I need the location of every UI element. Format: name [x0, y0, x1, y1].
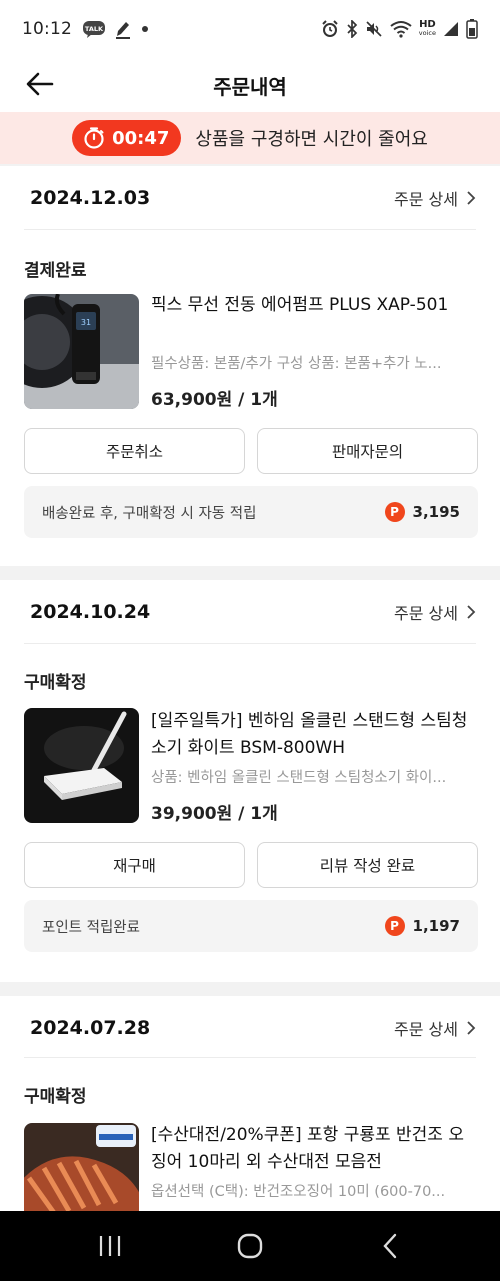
point-info: 포인트 적립완료 P 1,197	[24, 900, 478, 952]
chevron-right-icon	[467, 191, 476, 205]
chevron-right-icon	[467, 1021, 476, 1035]
order-card: 2024.12.03 주문 상세 결제완료 31 픽스 무선 전동 에어펌프 P…	[0, 166, 500, 566]
alarm-icon	[321, 20, 339, 38]
recent-apps-button[interactable]	[80, 1221, 140, 1271]
bluetooth-icon	[346, 20, 358, 38]
order-detail-link[interactable]: 주문 상세	[394, 600, 476, 624]
chevron-right-icon	[467, 605, 476, 619]
product-option: 필수상품: 본품/추가 구성 상품: 본품+추가 노...	[151, 356, 442, 372]
order-status: 결제완료	[24, 261, 87, 281]
point-icon: P	[384, 916, 405, 936]
home-button[interactable]	[220, 1221, 280, 1271]
order-detail-link[interactable]: 주문 상세	[394, 1016, 476, 1040]
point-description: 포인트 적립완료	[42, 919, 140, 936]
page-title: 주문내역	[213, 74, 287, 99]
timer-banner[interactable]: 00:47 상품을 구경하면 시간이 줄어요	[0, 112, 500, 164]
point-amount: 1,197	[412, 917, 460, 935]
app-bar: 주문내역	[0, 58, 500, 112]
product-name[interactable]: 픽스 무선 전동 에어펌프 PLUS XAP-501	[151, 292, 476, 319]
product-image[interactable]	[24, 1123, 139, 1211]
repurchase-button[interactable]: 재구매	[24, 842, 245, 888]
back-button[interactable]	[24, 68, 56, 100]
point-icon: P	[384, 502, 405, 522]
home-icon	[237, 1233, 263, 1259]
order-date: 2024.10.24	[30, 601, 151, 623]
back-nav-icon	[383, 1233, 397, 1259]
point-info: 배송완료 후, 구매확정 시 자동 적립 P 3,195	[24, 486, 478, 538]
back-nav-button[interactable]	[360, 1221, 420, 1271]
dot-icon	[140, 24, 150, 34]
order-status: 구매확정	[24, 673, 87, 693]
order-card: 2024.07.28 주문 상세 구매확정 [수산대전/20%쿠폰] 포항 구룡…	[0, 996, 500, 1211]
review-complete-button[interactable]: 리뷰 작성 완료	[257, 842, 478, 888]
svg-text:TALK: TALK	[85, 25, 104, 33]
talk-badge-icon: TALK	[82, 20, 106, 38]
signal-icon	[443, 21, 459, 37]
svg-text:31: 31	[81, 318, 91, 327]
product-image[interactable]: 31	[24, 294, 139, 409]
product-option: 옵션선택 (C택): 반건조오징어 10미 (600-70...	[151, 1184, 446, 1200]
product-price: 39,900원 / 1개	[151, 804, 278, 824]
arrow-left-icon	[26, 72, 54, 96]
order-card: 2024.10.24 주문 상세 구매확정 [일주일특가] 벤하임 올클린 스탠…	[0, 580, 500, 982]
order-status: 구매확정	[24, 1087, 87, 1107]
product-name[interactable]: [수산대전/20%쿠폰] 포항 구룡포 반건조 오징어 10마리 외 수산대전 …	[151, 1122, 476, 1176]
edit-icon	[114, 19, 132, 39]
recent-apps-icon	[99, 1236, 121, 1256]
order-date: 2024.07.28	[30, 1017, 151, 1039]
seller-inquiry-button[interactable]: 판매자문의	[257, 428, 478, 474]
product-name[interactable]: [일주일특가] 벤하임 올클린 스탠드형 스팀청소기 화이트 BSM-800WH	[151, 708, 476, 762]
hd-voice-icon: HD voice	[418, 19, 436, 38]
point-description: 배송완료 후, 구매확정 시 자동 적립	[42, 505, 257, 522]
battery-icon	[466, 19, 478, 39]
cancel-order-button[interactable]: 주문취소	[24, 428, 245, 474]
status-time: 10:12	[22, 19, 72, 39]
timer-countdown: 00:47	[112, 127, 170, 149]
mute-icon	[365, 20, 383, 38]
product-price: 63,900원 / 1개	[151, 390, 278, 410]
order-detail-link[interactable]: 주문 상세	[394, 186, 476, 210]
timer-message: 상품을 구경하면 시간이 줄어요	[195, 129, 428, 150]
system-nav-bar	[0, 1211, 500, 1281]
product-option: 상품: 벤하임 올클린 스탠드형 스팀청소기 화이...	[151, 770, 447, 786]
timer-pill: 00:47	[72, 120, 182, 156]
wifi-icon	[390, 20, 412, 38]
order-date: 2024.12.03	[30, 187, 151, 209]
point-amount: 3,195	[412, 503, 460, 521]
status-bar: 10:12 TALK HD voice	[0, 0, 500, 58]
product-image[interactable]	[24, 708, 139, 823]
stopwatch-icon	[84, 127, 104, 149]
